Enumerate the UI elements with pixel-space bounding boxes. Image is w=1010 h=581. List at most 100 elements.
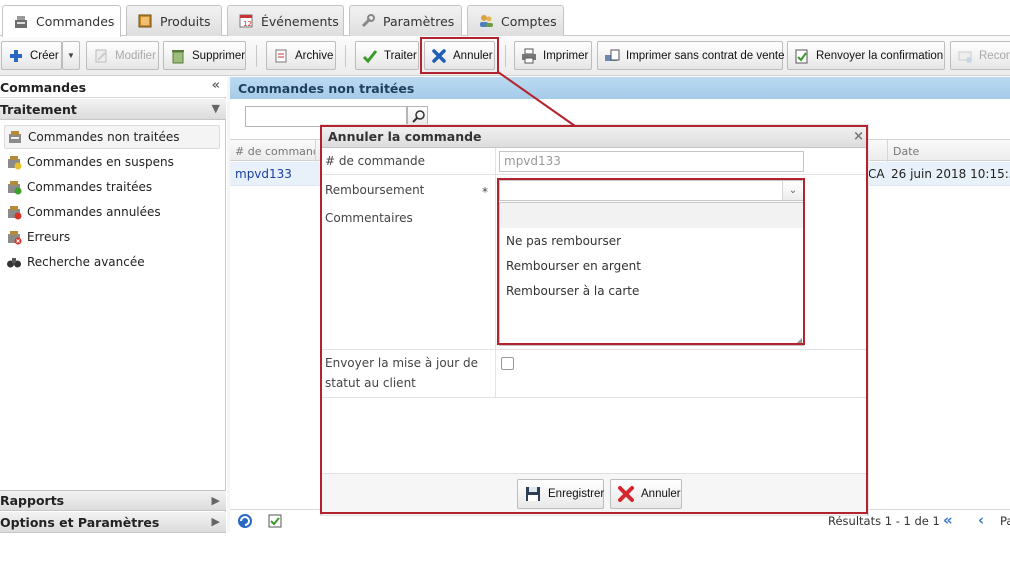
tab-parametres[interactable]: Paramètres	[349, 5, 462, 36]
pending-orders-icon	[7, 129, 23, 145]
create-dropdown-button[interactable]: ▼	[62, 41, 80, 70]
calendar-icon: 12	[238, 13, 254, 29]
sidebar-item-label: Erreurs	[27, 230, 71, 244]
section-traitement[interactable]: Traitement ▼	[0, 99, 226, 120]
search-input[interactable]	[245, 106, 407, 127]
print-button[interactable]: Imprimer	[514, 41, 592, 70]
section-rapports[interactable]: Rapports ▶	[0, 490, 226, 511]
order-number-field[interactable]: mpvd133	[499, 151, 804, 172]
archive-button[interactable]: Archive	[266, 41, 336, 70]
edit-document-icon	[93, 48, 109, 64]
reco-button[interactable]: Recom	[950, 41, 1010, 70]
process-button[interactable]: Traiter	[355, 41, 419, 70]
sidebar-item-processed[interactable]: Commandes traitées	[4, 175, 220, 199]
resend-document-icon	[794, 48, 810, 64]
order-number-value: mpvd133	[235, 167, 292, 181]
plus-icon	[8, 48, 24, 64]
sidebar-item-cancelled[interactable]: Commandes annulées	[4, 200, 220, 224]
printer-icon	[521, 48, 537, 64]
column-divider	[495, 175, 496, 205]
tab-comptes[interactable]: Comptes	[467, 5, 564, 36]
refund-label: Remboursement	[325, 183, 425, 197]
save-label: Enregistrer	[548, 488, 605, 500]
notify-client-checkbox[interactable]	[501, 357, 514, 370]
processed-orders-icon	[6, 179, 22, 195]
sidebar-item-errors[interactable]: Erreurs	[4, 225, 220, 249]
dialog-cancel-label: Annuler	[641, 488, 681, 500]
column-order-number[interactable]: # de commande	[230, 140, 316, 162]
sidebar-item-advanced-search[interactable]: Recherche avancée	[4, 250, 220, 274]
dialog-title-bar[interactable]: Annuler la commande ×	[322, 126, 867, 148]
cash-register-icon	[13, 14, 29, 30]
delete-label: Supprimer	[192, 49, 246, 62]
page-label: Pa	[1000, 514, 1010, 528]
refund-option-empty[interactable]	[500, 203, 803, 228]
refund-option-none[interactable]: Ne pas rembourser	[500, 229, 803, 254]
cancel-order-dialog: Annuler la commande × # de commande mpvd…	[321, 125, 868, 515]
results-count: Résultats 1 - 1 de 1	[828, 514, 940, 528]
cell-order-number[interactable]: mpvd133	[230, 162, 316, 186]
column-partial[interactable]	[868, 140, 888, 162]
main-panel-header: Commandes non traitées	[230, 77, 1010, 99]
refresh-icon[interactable]	[237, 513, 253, 532]
export-check-icon[interactable]	[267, 513, 283, 532]
product-box-icon	[137, 13, 153, 29]
toolbar-separator	[505, 45, 506, 67]
search-button[interactable]	[407, 106, 428, 127]
column-divider	[495, 350, 496, 398]
refund-option-cash[interactable]: Rembourser en argent	[500, 254, 803, 279]
print-without-contract-button[interactable]: Imprimer sans contrat de vente	[597, 41, 785, 70]
create-button[interactable]: Créer	[1, 41, 62, 70]
form-row-refund: Remboursement * ⌄	[322, 175, 867, 205]
tab-evenements[interactable]: 12 Événements	[227, 5, 344, 36]
previous-page-icon[interactable]: ‹	[978, 511, 984, 529]
cancel-x-icon	[431, 48, 447, 64]
sidebar-item-pending[interactable]: Commandes non traitées	[4, 125, 220, 149]
comments-label: Commentaires	[325, 211, 413, 225]
tab-commandes[interactable]: Commandes	[2, 5, 121, 37]
chevron-down-icon[interactable]: ⌄	[782, 181, 803, 200]
column-date[interactable]: Date	[888, 140, 1010, 162]
close-icon[interactable]: ×	[853, 129, 864, 144]
resize-grip-icon[interactable]: ◢	[796, 336, 802, 345]
collapse-double-chevron-icon[interactable]: «	[212, 78, 220, 93]
order-number-label: # de commande	[325, 154, 425, 168]
red-x-icon	[617, 485, 635, 503]
left-panel: Commandes « Traitement ▼ Commandes non t…	[0, 77, 226, 533]
checkmark-icon	[362, 48, 378, 64]
sidebar-item-suspended[interactable]: Commandes en suspens	[4, 150, 220, 174]
chevron-right-icon: ▶	[211, 494, 220, 507]
refund-select[interactable]: ⌄	[499, 180, 804, 201]
modify-button[interactable]: Modifier	[86, 41, 159, 70]
cancel-order-button[interactable]: Annuler	[424, 41, 495, 70]
column-divider	[495, 205, 496, 350]
dialog-cancel-button[interactable]: Annuler	[610, 479, 682, 509]
save-button[interactable]: Enregistrer	[517, 479, 604, 509]
chevron-right-icon: ▶	[211, 515, 220, 528]
refund-dropdown-list[interactable]: Ne pas rembourser Rembourser en argent R…	[499, 202, 804, 346]
cancelled-orders-icon	[6, 204, 22, 220]
toolbar-separator	[256, 45, 257, 67]
partial-value: CA	[868, 167, 885, 181]
tab-label: Événements	[261, 13, 339, 29]
sidebar-item-label: Recherche avancée	[27, 255, 145, 269]
trash-icon	[170, 48, 186, 64]
archive-icon	[273, 48, 289, 64]
tab-label: Produits	[160, 13, 211, 29]
process-label: Traiter	[384, 49, 417, 62]
svg-text:12: 12	[243, 20, 252, 28]
chevron-down-icon: ▼	[211, 102, 220, 115]
notify-label-line2: statut au client	[325, 376, 416, 390]
section-title: Rapports	[0, 493, 65, 508]
sidebar-item-label: Commandes traitées	[27, 180, 153, 194]
section-options[interactable]: Options et Paramètres ▶	[0, 512, 226, 533]
first-page-icon[interactable]: «	[943, 511, 953, 529]
cancel-order-label: Annuler	[453, 49, 493, 62]
chevron-down-icon: ▼	[67, 51, 75, 60]
tab-produits[interactable]: Produits	[126, 5, 222, 36]
resend-confirmation-button[interactable]: Renvoyer la confirmation	[787, 41, 945, 70]
delete-button[interactable]: Supprimer	[163, 41, 246, 70]
panel-title: Commandes	[0, 79, 87, 95]
column-label: Date	[893, 144, 920, 158]
refund-option-card[interactable]: Rembourser à la carte	[500, 279, 803, 304]
